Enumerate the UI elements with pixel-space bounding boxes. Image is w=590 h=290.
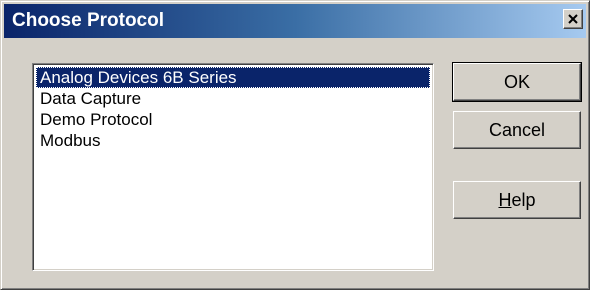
help-button[interactable]: Help xyxy=(453,181,581,219)
close-button[interactable] xyxy=(563,9,583,29)
list-item[interactable]: Demo Protocol xyxy=(36,109,430,130)
title-bar[interactable]: Choose Protocol xyxy=(4,4,586,38)
protocol-listbox[interactable]: Analog Devices 6B Series Data Capture De… xyxy=(32,63,434,271)
choose-protocol-dialog: Choose Protocol Analog Devices 6B Series… xyxy=(0,0,590,290)
list-item[interactable]: Data Capture xyxy=(36,88,430,109)
help-mnemonic: H xyxy=(498,190,512,210)
help-label-rest: elp xyxy=(511,190,536,210)
ok-button[interactable]: OK xyxy=(452,62,582,102)
cancel-button[interactable]: Cancel xyxy=(453,111,581,149)
list-item[interactable]: Modbus xyxy=(36,130,430,151)
close-icon xyxy=(568,14,578,24)
list-item[interactable]: Analog Devices 6B Series xyxy=(36,67,430,88)
window-title: Choose Protocol xyxy=(12,10,165,31)
